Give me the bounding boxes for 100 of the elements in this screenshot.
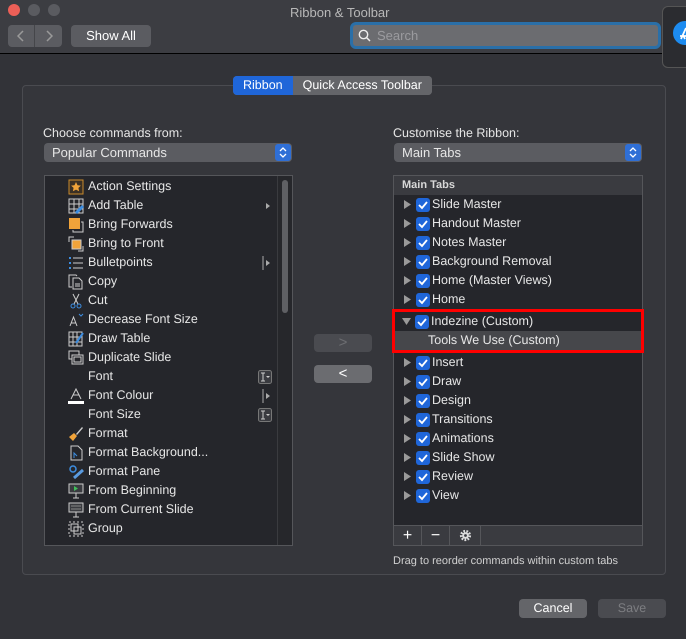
command-item[interactable]: Format Background... bbox=[45, 443, 277, 462]
checkbox[interactable] bbox=[416, 394, 430, 408]
back-icon bbox=[17, 30, 25, 42]
window-title: Ribbon & Toolbar bbox=[290, 4, 390, 22]
tree-item[interactable]: Tools We Use (Custom) bbox=[395, 331, 641, 350]
command-item[interactable]: Format bbox=[45, 424, 277, 443]
tree-item[interactable]: Slide Show bbox=[394, 448, 642, 467]
group-icon bbox=[68, 520, 84, 536]
tree-item[interactable]: Review bbox=[394, 467, 642, 486]
commands-dropdown[interactable]: Popular Commands bbox=[44, 143, 292, 162]
expand-triangle-icon[interactable] bbox=[403, 415, 412, 424]
command-item[interactable]: Group bbox=[45, 519, 277, 538]
collapse-triangle-icon[interactable] bbox=[402, 317, 411, 326]
duplicate-icon bbox=[68, 350, 84, 366]
show-all-button[interactable]: Show All bbox=[71, 25, 151, 47]
command-item[interactable]: Bulletpoints bbox=[45, 253, 277, 272]
presentation-icon bbox=[68, 482, 84, 498]
pane-icon bbox=[68, 464, 84, 480]
checkbox[interactable] bbox=[416, 236, 430, 250]
forward-icon bbox=[44, 30, 52, 42]
submenu-icon[interactable] bbox=[264, 200, 272, 210]
expand-triangle-icon[interactable] bbox=[403, 377, 412, 386]
command-item[interactable]: Cut bbox=[45, 291, 277, 310]
checkbox[interactable] bbox=[416, 450, 430, 464]
cancel-button[interactable]: Cancel bbox=[519, 599, 587, 618]
tree-item[interactable]: Slide Master bbox=[394, 195, 642, 214]
presentation-icon bbox=[68, 502, 84, 518]
checkbox[interactable] bbox=[416, 432, 430, 446]
copy-icon bbox=[68, 274, 84, 290]
checkbox[interactable] bbox=[416, 470, 430, 484]
tree-item[interactable]: Animations bbox=[394, 429, 642, 448]
settings-icon bbox=[458, 529, 472, 542]
tab[interactable]: Ribbon bbox=[233, 76, 293, 95]
expand-triangle-icon[interactable] bbox=[403, 434, 412, 443]
brush-icon bbox=[68, 426, 84, 442]
table-icon bbox=[68, 198, 84, 214]
checkbox[interactable] bbox=[416, 254, 430, 268]
add-button[interactable]: + bbox=[394, 526, 422, 545]
bullet-list-icon bbox=[68, 254, 84, 270]
command-item[interactable]: Font bbox=[45, 367, 277, 386]
tree-item[interactable]: Background Removal bbox=[394, 252, 642, 271]
expand-triangle-icon[interactable] bbox=[403, 238, 412, 247]
expand-triangle-icon[interactable] bbox=[403, 295, 412, 304]
tree-item[interactable]: Notes Master bbox=[394, 233, 642, 252]
page-icon bbox=[68, 444, 84, 460]
expand-triangle-icon[interactable] bbox=[403, 491, 412, 500]
expand-triangle-icon[interactable] bbox=[403, 200, 412, 209]
remove-button[interactable]: < bbox=[314, 365, 372, 383]
layers-icon bbox=[68, 236, 84, 252]
command-item[interactable]: Bring Forwards bbox=[45, 215, 277, 234]
checkbox[interactable] bbox=[416, 198, 430, 212]
command-item[interactable]: From Current Slide bbox=[45, 500, 277, 519]
tree-item[interactable]: Design bbox=[394, 391, 642, 410]
expand-triangle-icon[interactable] bbox=[403, 396, 412, 405]
expand-triangle-icon[interactable] bbox=[403, 358, 412, 367]
tree-item[interactable]: Home (Master Views) bbox=[394, 271, 642, 290]
command-item[interactable]: Bring to Front bbox=[45, 234, 277, 253]
commands-label: Choose commands from: bbox=[43, 125, 183, 142]
command-item[interactable]: Add Table bbox=[45, 196, 277, 215]
search-icon bbox=[358, 29, 371, 42]
expand-triangle-icon[interactable] bbox=[403, 257, 412, 266]
tree-item[interactable]: Handout Master bbox=[394, 214, 642, 233]
close-button[interactable] bbox=[8, 4, 20, 16]
tree-item[interactable]: Transitions bbox=[394, 410, 642, 429]
split-arrow-icon[interactable] bbox=[262, 256, 272, 270]
checkbox[interactable] bbox=[415, 314, 429, 328]
checkbox[interactable] bbox=[416, 412, 430, 426]
checkbox[interactable] bbox=[416, 274, 430, 288]
command-item[interactable]: Format Pane bbox=[45, 462, 277, 481]
updown-icon bbox=[625, 144, 641, 161]
remove-button[interactable]: − bbox=[422, 526, 450, 545]
expand-triangle-icon[interactable] bbox=[403, 472, 412, 481]
expand-triangle-icon[interactable] bbox=[403, 276, 412, 285]
command-item[interactable]: Font Size bbox=[45, 405, 277, 424]
command-item[interactable]: From Beginning bbox=[45, 481, 277, 500]
expand-triangle-icon[interactable] bbox=[403, 219, 412, 228]
command-item[interactable]: Draw Table bbox=[45, 329, 277, 348]
command-item[interactable]: Duplicate Slide bbox=[45, 348, 277, 367]
tree-item[interactable]: View bbox=[394, 486, 642, 505]
tree-item[interactable]: Home bbox=[394, 290, 642, 309]
checkbox[interactable] bbox=[416, 488, 430, 502]
ribbon-dropdown[interactable]: Main Tabs bbox=[394, 143, 642, 162]
checkbox[interactable] bbox=[416, 292, 430, 306]
tree-item[interactable]: Draw bbox=[394, 372, 642, 391]
ribbon-label: Customise the Ribbon: bbox=[393, 125, 520, 142]
tree-item[interactable]: Indezine (Custom) bbox=[395, 312, 641, 331]
checkbox[interactable] bbox=[416, 216, 430, 230]
checkbox[interactable] bbox=[416, 356, 430, 370]
combo-icon[interactable] bbox=[258, 408, 272, 422]
checkbox[interactable] bbox=[416, 374, 430, 388]
column-header: Main Tabs bbox=[394, 176, 642, 195]
expand-triangle-icon[interactable] bbox=[403, 453, 412, 462]
tree-item[interactable]: Insert bbox=[394, 353, 642, 372]
command-item[interactable]: Action Settings bbox=[45, 177, 277, 196]
command-item[interactable]: Font Colour bbox=[45, 386, 277, 405]
split-arrow-icon[interactable] bbox=[262, 388, 272, 402]
command-item[interactable]: Copy bbox=[45, 272, 277, 291]
font-colour-icon bbox=[68, 388, 84, 404]
command-item[interactable]: Decrease Font Size bbox=[45, 310, 277, 329]
combo-icon[interactable] bbox=[258, 370, 272, 384]
